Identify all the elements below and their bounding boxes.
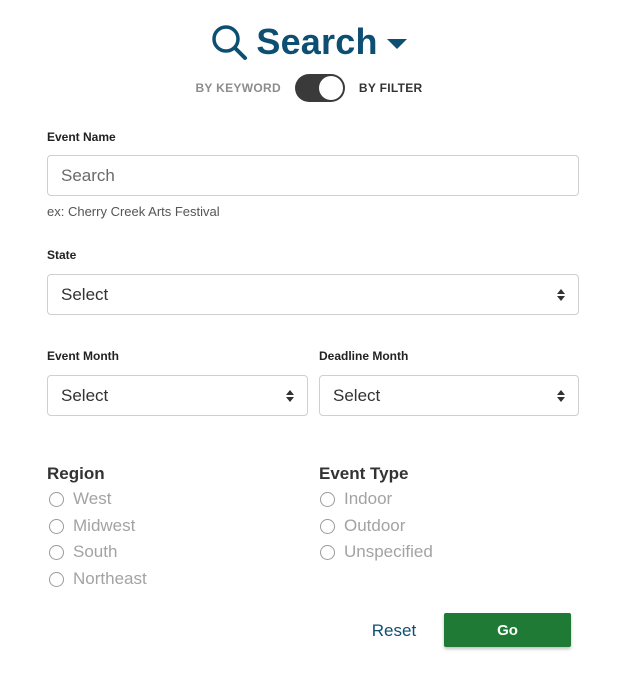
event-month-select[interactable]: Select — [47, 375, 308, 416]
deadline-month-label: Deadline Month — [319, 349, 409, 363]
state-select[interactable]: Select — [47, 274, 579, 315]
radio-circle[interactable] — [320, 491, 335, 507]
region-option-label: Midwest — [73, 516, 136, 535]
deadline-month-select[interactable]: Select — [319, 375, 579, 416]
event-type-option-label: Indoor — [344, 489, 393, 508]
event-type-option-indoor[interactable]: Indoor — [320, 487, 392, 511]
event-type-option-outdoor[interactable]: Outdoor — [320, 514, 405, 538]
radio-circle[interactable] — [49, 544, 64, 560]
region-option-label: Northeast — [73, 569, 147, 588]
search-mode-switch[interactable] — [294, 74, 345, 102]
region-option-northeast[interactable]: Northeast — [49, 567, 147, 591]
radio-circle[interactable] — [320, 544, 335, 560]
event-month-select-value: Select — [61, 385, 109, 405]
radio-circle[interactable] — [49, 571, 64, 587]
state-select-value: Select — [61, 284, 109, 304]
event-type-option-label: Outdoor — [344, 516, 406, 535]
deadline-month-select-value: Select — [333, 385, 381, 405]
select-arrows-icon — [557, 289, 565, 301]
search-mode-toggle-row: BY KEYWORD BY FILTER — [0, 72, 618, 104]
event-type-option-label: Unspecified — [344, 542, 433, 561]
region-title: Region — [47, 464, 105, 483]
page-title: Search — [256, 21, 378, 62]
by-filter-label[interactable]: BY FILTER — [359, 81, 423, 95]
reset-button[interactable]: Reset — [364, 616, 424, 646]
radio-circle[interactable] — [320, 518, 335, 534]
event-type-title: Event Type — [319, 464, 409, 483]
region-option-midwest[interactable]: Midwest — [49, 514, 135, 538]
state-label: State — [47, 248, 77, 262]
region-option-label: West — [73, 489, 112, 508]
region-option-west[interactable]: West — [49, 487, 111, 511]
go-button[interactable]: Go — [444, 613, 571, 647]
event-name-hint: ex: Cherry Creek Arts Festival — [47, 204, 220, 219]
region-option-south[interactable]: South — [49, 540, 117, 564]
event-type-option-unspecified[interactable]: Unspecified — [320, 540, 433, 564]
caret-down-icon[interactable] — [386, 37, 408, 51]
region-option-label: South — [73, 542, 118, 561]
radio-circle[interactable] — [49, 491, 64, 507]
switch-knob — [318, 76, 343, 100]
select-arrows-icon — [286, 390, 294, 402]
event-name-label: Event Name — [47, 130, 116, 144]
event-name-field[interactable] — [47, 155, 579, 196]
search-icon — [212, 25, 248, 60]
radio-circle[interactable] — [49, 518, 64, 534]
event-month-label: Event Month — [47, 349, 119, 363]
event-name-input[interactable] — [61, 165, 565, 186]
search-header[interactable]: Search — [0, 20, 618, 64]
select-arrows-icon — [557, 390, 565, 402]
by-keyword-label[interactable]: BY KEYWORD — [195, 81, 280, 95]
